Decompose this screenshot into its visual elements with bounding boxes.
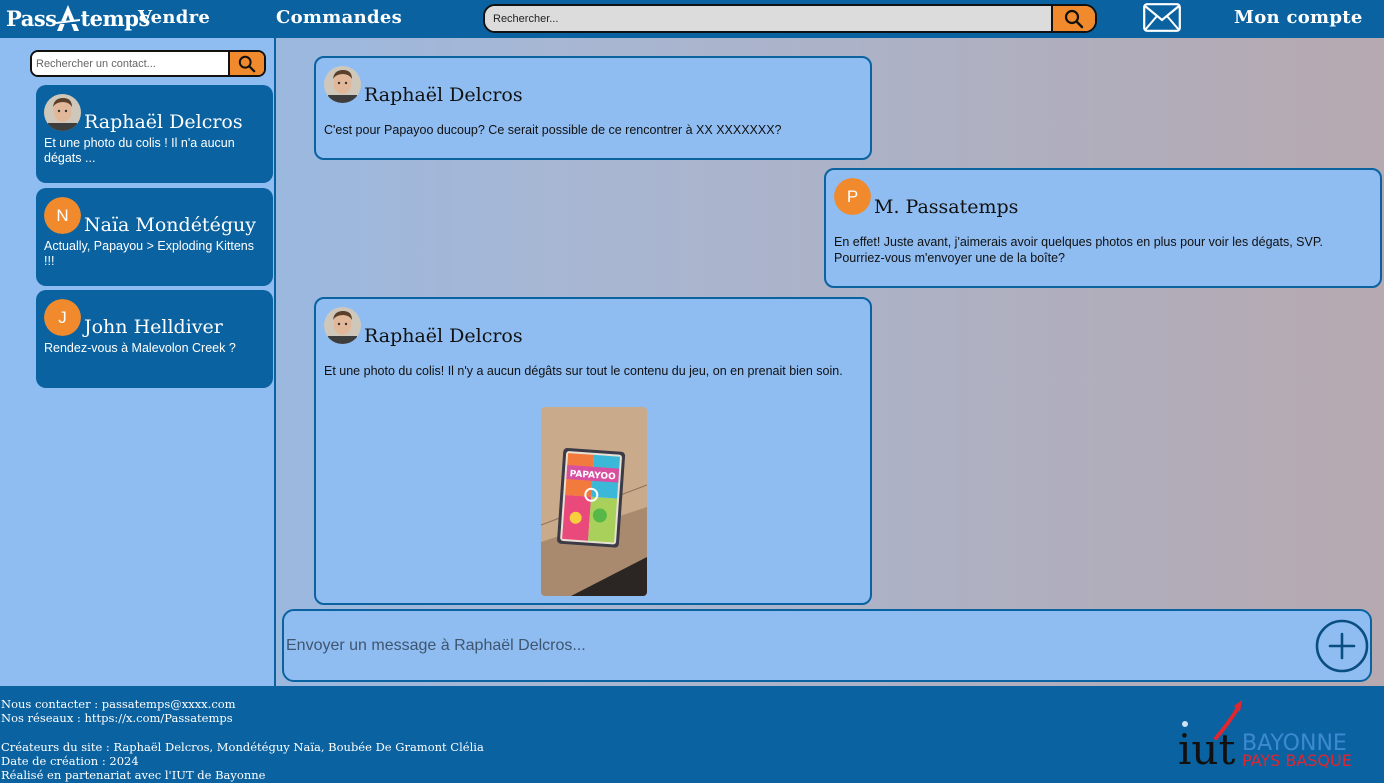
site-footer: Nous contacter : passatemps@xxxx.com Nos… xyxy=(0,686,1384,783)
photo-image: PAPAYOO xyxy=(541,407,647,596)
footer-contact: Nous contacter : passatemps@xxxx.com xyxy=(1,697,236,711)
contact-name: Naïa Mondétéguy xyxy=(84,214,256,236)
avatar: N xyxy=(44,197,81,234)
message-line: En effet! Juste avant, j'aimerais avoir … xyxy=(834,235,1324,249)
messaging-area: Raphaël Delcros Et une photo du colis ! … xyxy=(0,38,1384,686)
attached-photo[interactable]: PAPAYOO xyxy=(541,407,647,596)
footer-creation-date: Date de création : 2024 xyxy=(1,754,139,768)
message-author: Raphaël Delcros xyxy=(364,84,523,106)
message-input[interactable] xyxy=(286,629,1306,663)
message-author: Raphaël Delcros xyxy=(364,325,523,347)
message-text: C'est pour Papayoo ducoup? Ce serait pos… xyxy=(324,123,782,137)
global-search-bar xyxy=(483,4,1097,33)
contact-search-input[interactable] xyxy=(32,52,228,75)
contacts-sidebar: Raphaël Delcros Et une photo du colis ! … xyxy=(0,38,276,686)
avatar-photo xyxy=(324,307,361,344)
nav-vendre-link[interactable]: Vendre xyxy=(138,0,210,38)
avatar: P xyxy=(834,178,871,215)
contact-search-bar xyxy=(30,50,266,77)
site-logo[interactable]: Pass temps xyxy=(6,2,150,36)
message-text: Et une photo du colis! Il n'y a aucun dé… xyxy=(324,364,843,378)
mail-icon[interactable] xyxy=(1143,3,1181,32)
avatar xyxy=(324,307,361,344)
footer-creators: Créateurs du site : Raphaël Delcros, Mon… xyxy=(1,740,484,754)
contact-search-button[interactable] xyxy=(228,52,264,75)
iut-bayonne-logo: iut BAYONNE PAYS BASQUE xyxy=(1178,700,1352,774)
footer-partner: Réalisé en partenariat avec l'IUT de Bay… xyxy=(1,768,266,782)
avatar: J xyxy=(44,299,81,336)
message-sent: P M. Passatemps En effet! Juste avant, j… xyxy=(824,168,1382,288)
global-search-button[interactable] xyxy=(1051,6,1095,31)
message-composer xyxy=(282,609,1372,682)
contact-last-message: Rendez-vous à Malevolon Creek ? xyxy=(44,341,236,355)
avatar-letter: P xyxy=(834,178,871,215)
footer-networks: Nos réseaux : https://x.com/Passatemps xyxy=(1,711,233,725)
avatar-letter: N xyxy=(44,197,81,234)
nav-commandes-link[interactable]: Commandes xyxy=(276,0,402,38)
message-received: Raphaël Delcros C'est pour Papayoo ducou… xyxy=(314,56,872,160)
avatar-letter: J xyxy=(44,299,81,336)
search-icon xyxy=(238,55,256,72)
contact-item-naia[interactable]: N Naïa Mondétéguy Actually, Papayou > Ex… xyxy=(36,188,273,286)
message-text: En effet! Juste avant, j'aimerais avoir … xyxy=(834,234,1323,266)
global-search-input[interactable] xyxy=(485,6,1053,31)
contact-name: Raphaël Delcros xyxy=(84,111,243,133)
contact-last-message: Et une photo du colis ! Il n'a aucun dég… xyxy=(44,136,235,165)
contact-last-message: Actually, Papayou > Exploding Kittens !!… xyxy=(44,239,254,268)
nav-mon-compte-link[interactable]: Mon compte xyxy=(1234,0,1363,38)
logo-text-start: Pass xyxy=(6,6,57,31)
contact-item-raphael[interactable]: Raphaël Delcros Et une photo du colis ! … xyxy=(36,85,273,183)
contact-item-john[interactable]: J John Helldiver Rendez-vous à Malevolon… xyxy=(36,290,273,388)
message-line: Pourriez-vous m'envoyer une de la boîte? xyxy=(834,251,1065,265)
top-navbar: Passtemps Vendre Commandes Mon compte xyxy=(0,0,1384,38)
logo-a-icon xyxy=(56,4,81,32)
avatar xyxy=(44,94,81,131)
message-author: M. Passatemps xyxy=(874,196,1019,218)
contact-name: John Helldiver xyxy=(84,316,223,338)
avatar-photo xyxy=(324,66,361,103)
svg-text:PAYS BASQUE: PAYS BASQUE xyxy=(1242,751,1352,770)
avatar xyxy=(324,66,361,103)
search-icon xyxy=(1064,9,1084,28)
add-plus-icon[interactable] xyxy=(1315,619,1369,673)
message-received: Raphaël Delcros Et une photo du colis! I… xyxy=(314,297,872,605)
avatar-photo xyxy=(44,94,81,131)
svg-text:iut: iut xyxy=(1178,725,1235,774)
